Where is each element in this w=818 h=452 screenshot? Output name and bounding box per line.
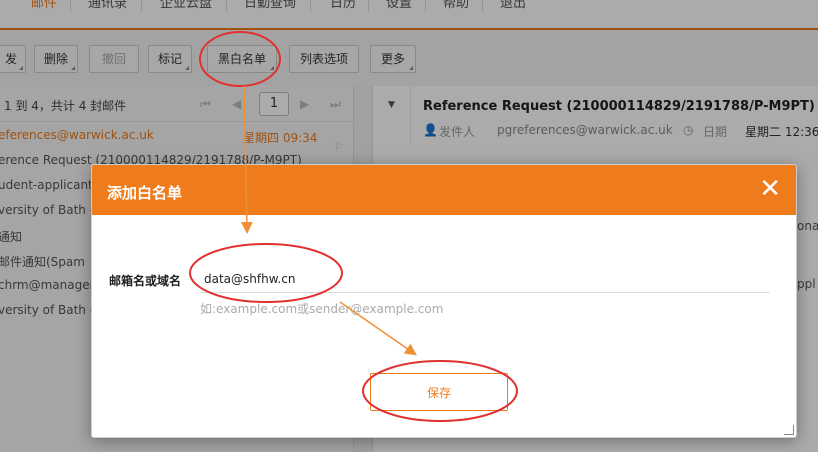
dialog-header: 添加白名单 ✕ xyxy=(92,165,796,215)
email-domain-input[interactable] xyxy=(200,265,770,293)
dialog-title: 添加白名单 xyxy=(107,184,183,202)
email-domain-label: 邮箱名或域名 xyxy=(109,274,182,288)
add-whitelist-dialog: 添加白名单 ✕ 邮箱名或域名 如:example.com或sender@exam… xyxy=(91,164,797,438)
resize-handle-icon[interactable] xyxy=(784,425,794,435)
input-hint: 如:example.com或sender@example.com xyxy=(200,302,444,316)
close-icon[interactable]: ✕ xyxy=(759,174,781,204)
save-button[interactable]: 保存 xyxy=(370,373,508,411)
